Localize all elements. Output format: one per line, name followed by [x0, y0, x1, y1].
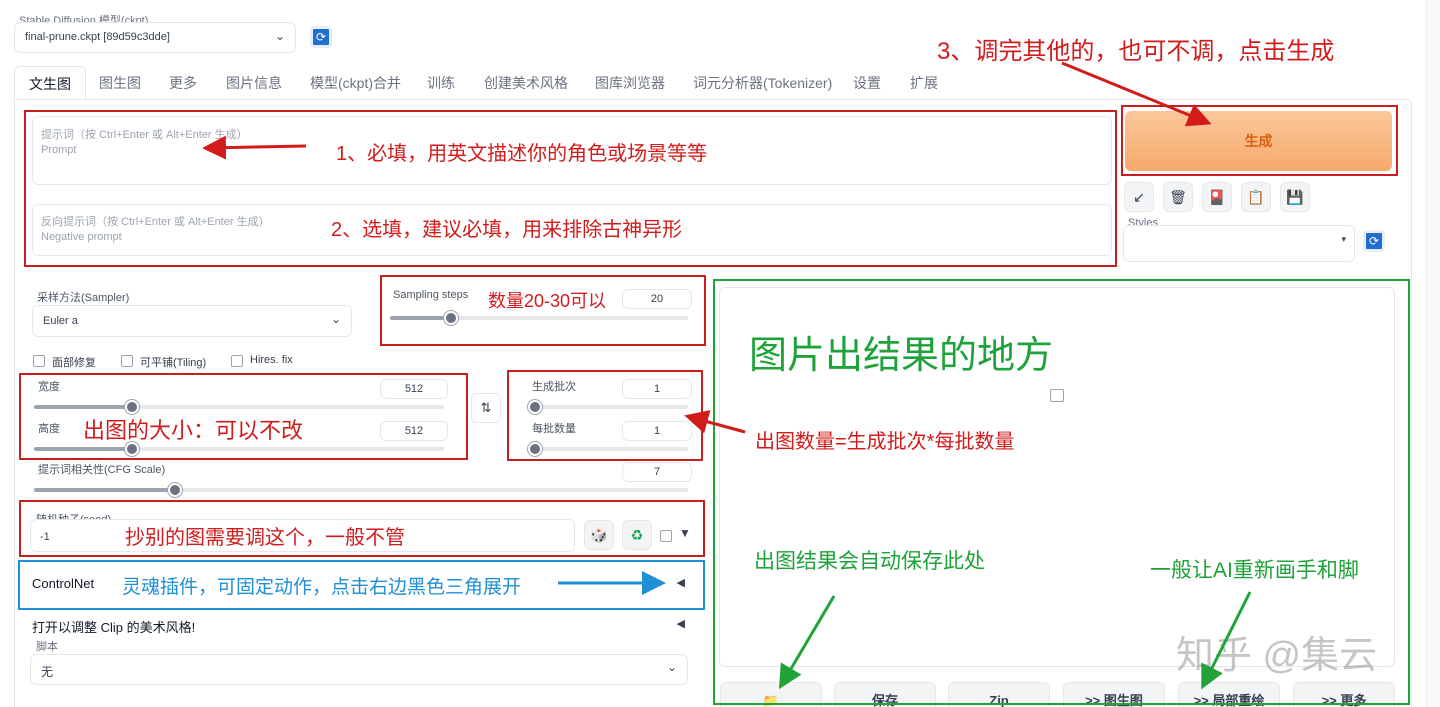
tab-extensions[interactable]: 扩展 — [896, 66, 952, 100]
model-select[interactable]: final-prune.ckpt [89d59c3dde] ⌄ — [14, 22, 296, 53]
face-restore-checkbox[interactable] — [33, 355, 45, 367]
annotation-seed: 抄别的图需要调这个，一般不管 — [125, 527, 405, 549]
script-select[interactable]: 无 ⌄ — [30, 654, 688, 685]
prompt-annotation-box — [24, 110, 1117, 267]
refresh-styles-icon[interactable]: ⟳ — [1363, 230, 1385, 252]
styles-dropdown-icon: ▾ — [1341, 234, 1346, 244]
annotation-prompt: 1、必填，用英文描述你的角色或场景等等 — [336, 143, 708, 165]
hires-checkbox[interactable] — [231, 355, 243, 367]
read-params-icon[interactable]: ↙ — [1124, 182, 1154, 212]
clip-accordion[interactable]: 打开以调整 Clip 的美术风格! ◀ — [20, 612, 703, 638]
annotation-inpaint: 一般让AI重新画手和脚 — [1150, 559, 1359, 582]
hires-label: Hires. fix — [250, 354, 293, 366]
tiling-label: 可平铺(Tiling) — [140, 357, 207, 369]
face-restore-label: 面部修复 — [52, 357, 96, 369]
cfg-input[interactable]: 7 — [622, 462, 692, 482]
tab-txt2img[interactable]: 文生图 — [14, 66, 86, 100]
chevron-down-icon: ⌄ — [666, 660, 677, 674]
clip-expand-icon[interactable]: ◀ — [677, 617, 685, 630]
tab-image-browser[interactable]: 图库浏览器 — [581, 66, 679, 100]
cfg-label: 提示词相关性(CFG Scale) — [38, 464, 166, 476]
sampler-label: 采样方法(Sampler) — [37, 292, 130, 304]
save-style-icon[interactable]: 💾 — [1280, 182, 1310, 212]
tab-png-info[interactable]: 图片信息 — [212, 66, 296, 100]
generate-annotation-box — [1121, 105, 1398, 176]
annotation-output: 图片出结果的地方 — [749, 335, 1054, 377]
annotation-save: 出图结果会自动保存此处 — [754, 550, 985, 573]
extra-networks-icon[interactable]: 🎴 — [1202, 182, 1232, 212]
annotation-steps: 数量20-30可以 — [488, 291, 607, 311]
watermark: 知乎 @集云 — [1176, 635, 1378, 677]
tab-extras[interactable]: 更多 — [155, 66, 211, 100]
batch-annotation-box — [507, 370, 703, 461]
sampler-select[interactable]: Euler a ⌄ — [32, 305, 352, 337]
script-label: 脚本 — [36, 641, 58, 653]
annotation-controlnet: 灵魂插件，可固定动作，点击右边黑色三角展开 — [122, 577, 522, 598]
clipboard-icon[interactable]: 📋 — [1241, 182, 1271, 212]
annotation-size: 出图的大小：可以不改 — [83, 418, 304, 443]
tab-train[interactable]: 训练 — [413, 66, 469, 100]
tab-img2img[interactable]: 图生图 — [85, 66, 155, 100]
tab-checkpoint-merger[interactable]: 模型(ckpt)合并 — [296, 66, 415, 100]
chevron-down-icon: ⌄ — [274, 29, 285, 43]
sampler-value: Euler a — [43, 315, 78, 327]
clip-label: 打开以调整 Clip 的美术风格! — [32, 620, 196, 635]
styles-select[interactable]: ▾ — [1123, 225, 1355, 262]
tab-tokenizer[interactable]: 词元分析器(Tokenizer) — [679, 66, 846, 100]
scrollbar[interactable] — [1426, 0, 1440, 707]
trash-icon[interactable]: 🗑 — [1163, 182, 1193, 212]
chevron-down-icon: ⌄ — [330, 312, 341, 326]
annotation-batch: 出图数量=生成批次*每批数量 — [755, 431, 1015, 453]
tab-aesthetic[interactable]: 创建美术风格 — [470, 66, 582, 100]
refresh-model-icon[interactable]: ⟳ — [310, 26, 332, 48]
tab-settings[interactable]: 设置 — [839, 66, 895, 100]
script-value: 无 — [41, 665, 54, 679]
model-value: final-prune.ckpt [89d59c3dde] — [25, 31, 170, 43]
tiling-checkbox[interactable] — [121, 355, 133, 367]
swap-dimensions-icon[interactable]: ⇅ — [471, 393, 501, 423]
annotation-negative: 2、选填，建议必填，用来排除古神异形 — [331, 219, 683, 241]
cfg-slider[interactable] — [34, 483, 688, 497]
annotation-generate: 3、调完其他的，也可不调，点击生成 — [937, 38, 1335, 65]
